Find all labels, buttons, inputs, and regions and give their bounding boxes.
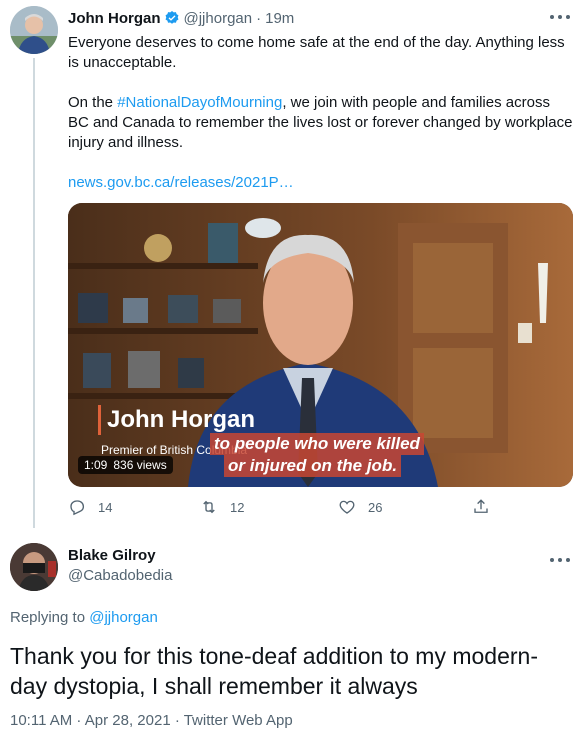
tweet-text: Everyone deserves to come home safe at t… <box>68 33 573 193</box>
author-name[interactable]: John Horgan <box>68 10 161 27</box>
tweet-paragraph: Everyone deserves to come home safe at t… <box>68 34 565 71</box>
video-duration: 1:09 <box>84 458 108 472</box>
avatar[interactable] <box>10 543 58 591</box>
reply-author-handle[interactable]: @Cabadobedia <box>68 566 172 586</box>
reply-author-name[interactable]: Blake Gilroy <box>68 546 172 566</box>
tweet-header: John Horgan @jjhorgan · 19m <box>68 9 294 27</box>
share-button[interactable] <box>472 498 490 516</box>
video-player[interactable]: John Horgan Premier of British Columbia … <box>68 203 573 487</box>
reply-button[interactable]: 14 <box>68 498 112 516</box>
verified-badge-icon <box>164 10 180 26</box>
reply-count: 14 <box>98 499 113 515</box>
lower-third-name: John Horgan <box>98 405 255 435</box>
replying-to-handle[interactable]: @jjhorgan <box>89 609 158 626</box>
hashtag-link[interactable]: #NationalDayofMourning <box>117 94 282 111</box>
paragraph-text: On the <box>68 94 118 111</box>
video-views: 836 views <box>113 458 167 472</box>
tweet-paragraph: On the #NationalDayofMourning, we join w… <box>68 93 573 153</box>
video-caption: or injured on the job. <box>224 455 402 477</box>
video-caption: to people who were killed <box>210 433 424 455</box>
retweet-count: 12 <box>230 499 245 515</box>
more-icon[interactable] <box>550 9 570 25</box>
tweet-time[interactable]: 19m <box>265 10 294 27</box>
like-button[interactable]: 26 <box>338 498 382 516</box>
heart-icon <box>339 500 355 514</box>
separator: · <box>256 9 262 27</box>
avatar[interactable] <box>10 6 58 54</box>
reply-icon <box>70 500 85 516</box>
share-icon <box>474 499 488 513</box>
external-link[interactable]: news.gov.bc.ca/releases/2021P… <box>68 174 294 191</box>
video-stats-badge: 1:09 836 views <box>78 456 173 474</box>
reply-header: Blake Gilroy @Cabadobedia <box>68 546 172 586</box>
tweet-metadata[interactable]: 10:11 AM · Apr 28, 2021 · Twitter Web Ap… <box>10 712 293 729</box>
replying-prefix: Replying to <box>10 609 90 626</box>
replying-to: Replying to @jjhorgan <box>10 609 158 626</box>
tweet-actions: 14 12 26 <box>68 498 498 522</box>
retweet-icon <box>203 500 215 514</box>
retweet-button[interactable]: 12 <box>200 498 244 516</box>
reply-text: Thank you for this tone-deaf addition to… <box>10 643 539 699</box>
like-count: 26 <box>368 499 383 515</box>
thread-line <box>33 58 35 528</box>
author-handle[interactable]: @jjhorgan <box>184 10 253 27</box>
more-icon[interactable] <box>550 552 570 568</box>
